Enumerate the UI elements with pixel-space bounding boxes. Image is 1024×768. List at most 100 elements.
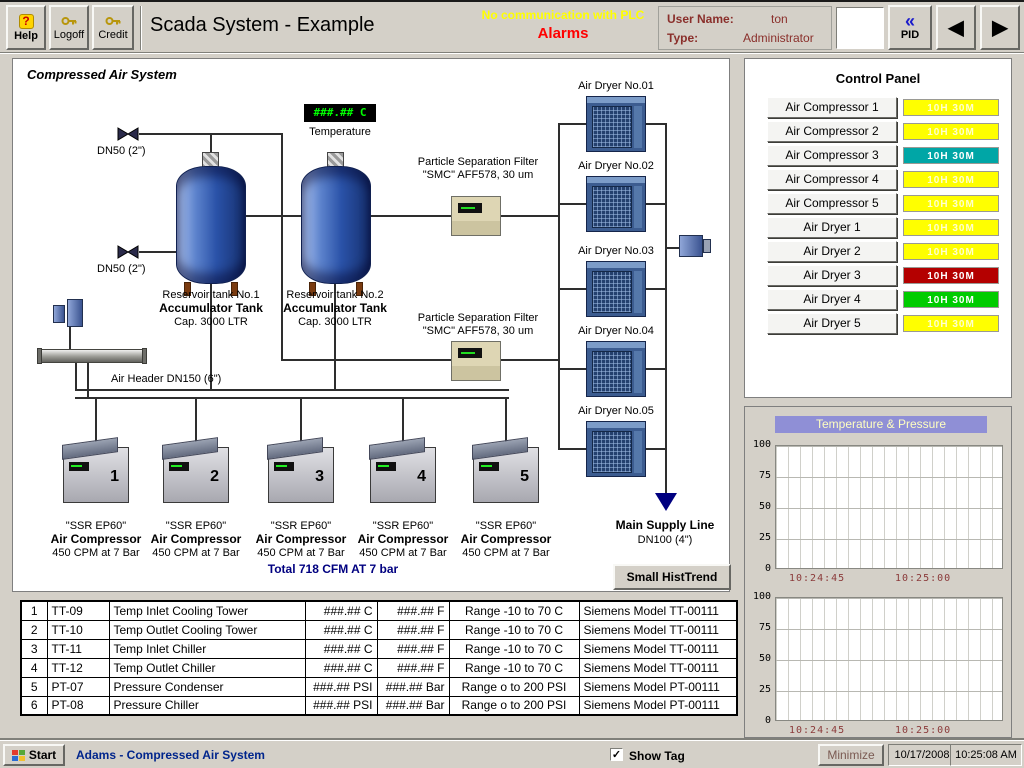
help-button[interactable]: ? Help	[6, 5, 46, 50]
user-type-label: Type:	[667, 31, 698, 45]
air-compressor-4-button[interactable]: Air Compressor 4	[767, 169, 897, 190]
table-row: 1TT-09Temp Inlet Cooling Tower###.## C##…	[21, 601, 737, 620]
table-row: 2TT-10Temp Outlet Cooling Tower###.## C#…	[21, 620, 737, 639]
trend-panel: Temperature & Pressure 100 75 50 25 0 10…	[744, 406, 1012, 738]
pipe-segment	[75, 389, 509, 391]
table-row: 3TT-11Temp Inlet Chiller###.## C###.## F…	[21, 639, 737, 658]
dryer-side	[634, 186, 642, 228]
value-cell: ###.## F	[377, 639, 449, 658]
total-cfm-label: Total 718 CFM AT 7 bar	[223, 563, 443, 576]
table-row: 6PT-08Pressure Chiller###.## PSI###.## B…	[21, 696, 737, 715]
credit-key-icon	[105, 14, 121, 28]
filter-top-label-2: "SMC" AFF578, 30 um	[398, 169, 558, 182]
tag-cell: TT-09	[47, 601, 109, 620]
dryer-side	[634, 351, 642, 393]
air-compressor-3-button[interactable]: Air Compressor 3	[767, 145, 897, 166]
compressor-display	[376, 462, 396, 471]
alarms-label[interactable]: Alarms	[460, 25, 666, 42]
air-dryer-unit-2	[586, 176, 646, 232]
pipe-segment	[646, 368, 666, 370]
table-row: 4TT-12Temp Outlet Chiller###.## C###.## …	[21, 658, 737, 677]
air-dryer-4-button[interactable]: Air Dryer 4	[767, 289, 897, 310]
compressor-hood	[369, 437, 425, 460]
dryer-side	[634, 271, 642, 313]
pipe-segment	[646, 288, 666, 290]
air-compressor-1-button[interactable]: Air Compressor 1	[767, 97, 897, 118]
air-dryer-unit-4	[586, 341, 646, 397]
pipe-segment	[558, 448, 586, 450]
diagram-title: Compressed Air System	[27, 67, 177, 82]
model-cell: Siemens Model PT-00111	[579, 696, 737, 715]
y-tick: 50	[747, 653, 771, 664]
pipe-segment	[281, 359, 560, 361]
air-dryer-5-button[interactable]: Air Dryer 5	[767, 313, 897, 334]
air-dryer-1-button[interactable]: Air Dryer 1	[767, 217, 897, 238]
instrument-icon	[53, 305, 65, 323]
pid-button[interactable]: « PID	[888, 5, 932, 50]
compressor-rating: 450 CPM at 7 Bar	[41, 547, 151, 560]
value-cell: ###.## F	[377, 620, 449, 639]
pipe-segment	[87, 362, 89, 399]
air-compressor-5-button[interactable]: Air Compressor 5	[767, 193, 897, 214]
logoff-label: Logoff	[54, 29, 84, 41]
next-page-button[interactable]: ▶	[980, 5, 1020, 50]
logoff-button[interactable]: Logoff	[49, 5, 89, 50]
air-dryer-3-button[interactable]: Air Dryer 3	[767, 265, 897, 286]
desc-cell: Temp Outlet Chiller	[109, 658, 305, 677]
minimize-button[interactable]: Minimize	[818, 744, 884, 766]
dryer-label: Air Dryer No.02	[566, 160, 666, 173]
air-compressor-2-button[interactable]: Air Compressor 2	[767, 121, 897, 142]
previous-page-button[interactable]: ◀	[936, 5, 976, 50]
air-compressor-5-runtime: 10H 30M	[903, 195, 999, 212]
value-cell: ###.## C	[305, 620, 377, 639]
desc-cell: Pressure Condenser	[109, 677, 305, 696]
dryer-top	[587, 262, 645, 268]
key-icon	[61, 14, 77, 28]
pipe-segment	[75, 362, 77, 391]
compressor-number: 2	[210, 468, 219, 486]
small-histtrend-button[interactable]: Small HistTrend	[613, 564, 731, 590]
pipe-segment	[139, 251, 178, 253]
control-panel-title: Control Panel	[745, 71, 1011, 86]
row-num: 5	[21, 677, 47, 696]
y-tick: 25	[747, 532, 771, 543]
main-supply-size: DN100 (4")	[590, 534, 740, 547]
user-type-value: Administrator	[743, 31, 814, 45]
compressor-rating: 450 CPM at 7 Bar	[246, 547, 356, 560]
y-tick: 50	[747, 501, 771, 512]
temperature-label: Temperature	[295, 126, 385, 139]
valve-icon[interactable]	[117, 245, 139, 259]
dryer-side	[634, 431, 642, 473]
air-dryer-unit-1	[586, 96, 646, 152]
valve-icon[interactable]	[117, 127, 139, 141]
x-tick: 10:25:00	[895, 573, 951, 584]
compressor-name: Air Compressor	[41, 533, 151, 546]
air-dryer-5-runtime: 10H 30M	[903, 315, 999, 332]
particle-filter-bottom	[451, 341, 501, 381]
model-cell: Siemens Model TT-00111	[579, 620, 737, 639]
x-tick: 10:24:45	[789, 573, 845, 584]
air-dryer-2-button[interactable]: Air Dryer 2	[767, 241, 897, 262]
compressor-name: Air Compressor	[348, 533, 458, 546]
table-row: 5PT-07Pressure Condenser###.## PSI###.##…	[21, 677, 737, 696]
compressor-display	[479, 462, 499, 471]
pipe-segment	[558, 123, 560, 449]
compressor-hood	[267, 437, 323, 460]
tag-cell: TT-12	[47, 658, 109, 677]
tank2-type: Accumulator Tank	[275, 302, 395, 315]
compressor-unit-2: 2	[163, 447, 229, 503]
time-display: 10:25:08 AM	[950, 744, 1022, 766]
tank2-capacity: Cap. 3000 LTR	[275, 316, 395, 329]
compressor-display	[69, 462, 89, 471]
show-tag-checkbox[interactable]: ✓	[610, 748, 623, 761]
air-dryer-4-runtime: 10H 30M	[903, 291, 999, 308]
compressor-hood	[62, 437, 118, 460]
credit-button[interactable]: Credit	[92, 5, 134, 50]
air-dryer-3-runtime: 10H 30M	[903, 267, 999, 284]
pump-icon	[679, 235, 703, 257]
sensor-table: 1TT-09Temp Inlet Cooling Tower###.## C##…	[20, 600, 738, 716]
start-button[interactable]: Start	[3, 744, 65, 766]
range-cell: Range o to 200 PSI	[449, 696, 579, 715]
value-cell: ###.## PSI	[305, 696, 377, 715]
desc-cell: Temp Outlet Cooling Tower	[109, 620, 305, 639]
